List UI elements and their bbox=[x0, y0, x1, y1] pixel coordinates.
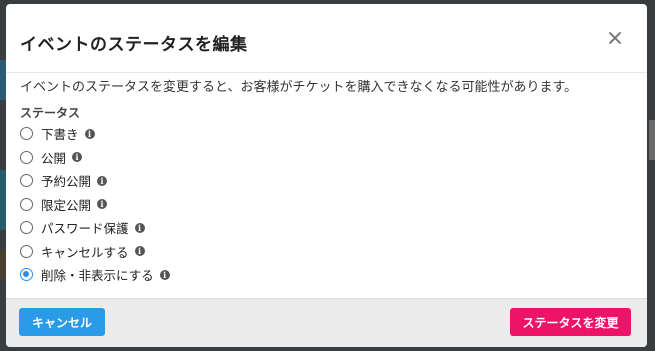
info-icon[interactable]: i bbox=[134, 222, 145, 233]
radio-button-selected[interactable] bbox=[20, 268, 33, 282]
status-option-delete[interactable]: 削除・非表示にする i bbox=[20, 263, 170, 287]
change-status-button[interactable]: ステータスを変更 bbox=[510, 308, 631, 336]
radio-button[interactable] bbox=[20, 150, 33, 164]
dialog-footer: キャンセル ステータスを変更 bbox=[6, 298, 647, 347]
status-option-draft[interactable]: 下書き i bbox=[20, 122, 170, 146]
status-option-limited[interactable]: 限定公開 i bbox=[20, 193, 170, 217]
option-label: 公開 bbox=[41, 150, 67, 166]
backdrop-element bbox=[649, 120, 655, 160]
info-icon[interactable]: i bbox=[84, 128, 95, 139]
option-label: キャンセルする bbox=[41, 244, 129, 260]
status-option-password[interactable]: パスワード保護 i bbox=[20, 216, 170, 240]
radio-button[interactable] bbox=[20, 244, 33, 258]
option-label: パスワード保護 bbox=[41, 221, 129, 237]
cancel-button[interactable]: キャンセル bbox=[19, 308, 105, 336]
info-icon[interactable]: i bbox=[134, 246, 145, 257]
status-option-scheduled[interactable]: 予約公開 i bbox=[20, 169, 170, 193]
status-option-cancel[interactable]: キャンセルする i bbox=[20, 240, 170, 264]
dialog-description: イベントのステータスを変更すると、お客様がチケットを購入できなくなる可能性があり… bbox=[20, 80, 578, 95]
info-icon[interactable]: i bbox=[97, 175, 108, 186]
dialog-title: イベントのステータスを編集 bbox=[20, 35, 248, 55]
info-icon[interactable]: i bbox=[72, 152, 83, 163]
option-label: 下書き bbox=[41, 127, 79, 143]
option-label: 限定公開 bbox=[41, 197, 92, 213]
close-icon[interactable] bbox=[605, 28, 625, 48]
edit-status-dialog: イベントのステータスを編集 イベントのステータスを変更すると、お客様がチケットを… bbox=[6, 4, 647, 347]
info-icon[interactable]: i bbox=[159, 269, 170, 280]
info-icon[interactable]: i bbox=[97, 199, 108, 210]
radio-button[interactable] bbox=[20, 174, 33, 188]
radio-button[interactable] bbox=[20, 221, 33, 235]
option-label: 削除・非表示にする bbox=[41, 268, 154, 284]
radio-button[interactable] bbox=[20, 197, 33, 211]
status-option-public[interactable]: 公開 i bbox=[20, 146, 170, 170]
option-label: 予約公開 bbox=[41, 174, 92, 190]
status-section-label: ステータス bbox=[20, 106, 81, 120]
status-radio-group: 下書き i 公開 i 予約公開 i 限定公開 i パスワード保護 i キャンセル… bbox=[20, 122, 170, 287]
dialog-header: イベントのステータスを編集 bbox=[6, 4, 647, 73]
radio-button[interactable] bbox=[20, 127, 33, 141]
